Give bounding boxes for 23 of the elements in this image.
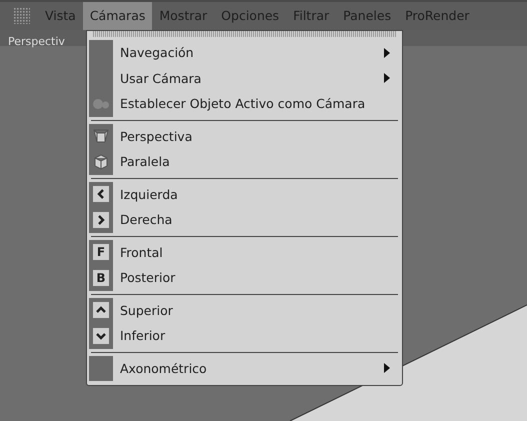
- chevron-icon: [93, 302, 109, 318]
- menu-item[interactable]: Perspectiva: [89, 124, 400, 149]
- chevron-icon: [93, 186, 109, 202]
- menu-item[interactable]: Establecer Objeto Activo como Cámara: [89, 91, 400, 116]
- chevron-icon: [93, 328, 109, 344]
- menu-item[interactable]: Axonométrico: [89, 356, 400, 381]
- menu-item[interactable]: Superior: [89, 298, 400, 323]
- menu-item[interactable]: Usar Cámara: [89, 66, 400, 91]
- menu-item[interactable]: Inferior: [89, 323, 400, 348]
- menu-item[interactable]: B Posterior: [89, 265, 400, 290]
- grip-icon[interactable]: [14, 8, 30, 24]
- box-icon: [92, 127, 110, 146]
- viewport-title[interactable]: Perspectiv: [8, 35, 65, 48]
- letter-icon: B: [93, 270, 109, 286]
- menu-item[interactable]: Navegación: [89, 40, 400, 66]
- menu-bar-item[interactable]: Cámaras: [82, 2, 152, 30]
- cube-icon: [92, 152, 110, 171]
- menu-item[interactable]: F Frontal: [89, 240, 400, 265]
- menu-item[interactable]: Izquierda: [89, 182, 400, 207]
- letter-icon: F: [93, 244, 109, 260]
- menu-item[interactable]: Derecha: [89, 207, 400, 232]
- chevron-icon: [93, 212, 109, 228]
- menu-item[interactable]: Paralela: [89, 149, 400, 174]
